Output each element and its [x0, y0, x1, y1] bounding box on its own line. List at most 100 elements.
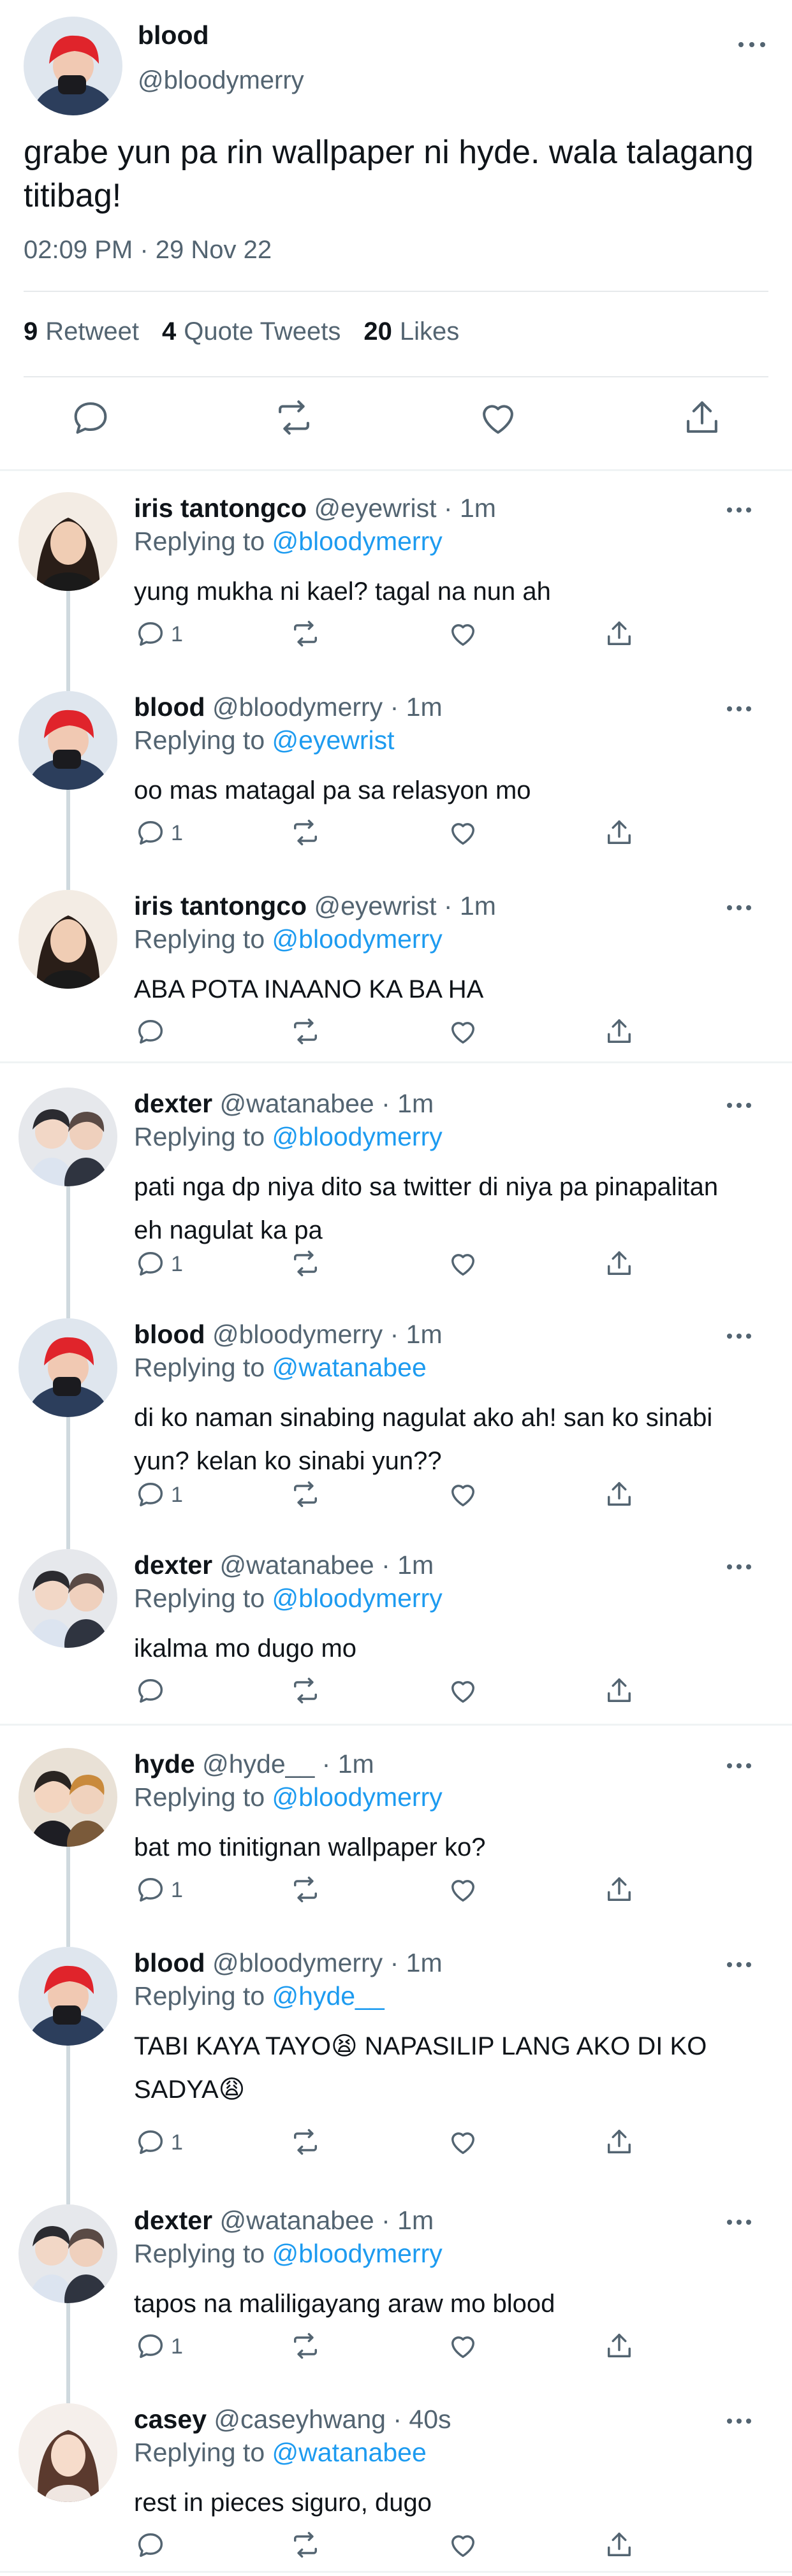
reply-author-handle[interactable]: @hyde__: [202, 1749, 314, 1779]
avatar[interactable]: [18, 691, 117, 790]
retweet-icon[interactable]: [289, 1873, 322, 1906]
share-icon[interactable]: [603, 2125, 636, 2158]
avatar[interactable]: [18, 2403, 117, 2502]
retweet-icon[interactable]: [289, 2125, 322, 2158]
replying-to-mention[interactable]: @bloodymerry: [272, 2239, 443, 2268]
like-icon[interactable]: [446, 2329, 480, 2362]
retweet-icon[interactable]: [289, 816, 322, 849]
reply-time[interactable]: 1m: [397, 1550, 434, 1580]
reply-author-name[interactable]: hyde: [134, 1749, 195, 1779]
reply-time[interactable]: 1m: [460, 493, 496, 523]
author-handle[interactable]: @bloodymerry: [138, 66, 304, 95]
replying-to-mention[interactable]: @bloodymerry: [272, 924, 443, 954]
share-icon[interactable]: [680, 395, 724, 440]
like-icon[interactable]: [446, 2125, 480, 2158]
retweet-icon[interactable]: [289, 2329, 322, 2362]
reply-author-handle[interactable]: @watanabee: [219, 1550, 374, 1580]
avatar[interactable]: [18, 492, 117, 591]
replying-to-mention[interactable]: @bloodymerry: [272, 527, 443, 556]
like-icon[interactable]: [446, 1247, 480, 1280]
likes-stat[interactable]: 20 Likes: [363, 317, 459, 346]
replying-to-mention[interactable]: @hyde__: [272, 1981, 385, 2011]
reply-time[interactable]: 1m: [406, 692, 443, 722]
reply-time[interactable]: 1m: [338, 1749, 374, 1779]
reply-author-handle[interactable]: @watanabee: [219, 1089, 374, 1118]
reply-tweet[interactable]: iris tantongco @eyewrist · 1m Replying t…: [0, 877, 792, 1062]
share-icon[interactable]: [603, 1015, 636, 1048]
retweet-stat[interactable]: 9 Retweet: [24, 317, 139, 346]
reply-author-name[interactable]: blood: [134, 1320, 205, 1349]
replying-to-mention[interactable]: @watanabee: [272, 1353, 427, 1382]
reply-author-handle[interactable]: @eyewrist: [314, 891, 436, 921]
reply-time[interactable]: 1m: [397, 1089, 434, 1118]
replying-to-mention[interactable]: @bloodymerry: [272, 1122, 443, 1151]
reply-tweet[interactable]: casey @caseyhwang · 40s Replying to @wat…: [0, 2390, 792, 2575]
replying-to-mention[interactable]: @bloodymerry: [272, 1583, 443, 1613]
reply-icon[interactable]: [134, 1015, 167, 1048]
reply-icon[interactable]: [134, 1873, 167, 1906]
retweet-icon[interactable]: [289, 1674, 322, 1707]
reply-icon[interactable]: [134, 1674, 167, 1707]
quote-tweets-stat[interactable]: 4 Quote Tweets: [162, 317, 341, 346]
like-icon[interactable]: [446, 1478, 480, 1511]
reply-author-handle[interactable]: @eyewrist: [314, 493, 436, 523]
reply-tweet[interactable]: blood @bloodymerry · 1m Replying to @wat…: [0, 1306, 792, 1536]
retweet-icon[interactable]: [289, 1478, 322, 1511]
more-icon[interactable]: [723, 1754, 755, 1777]
like-icon[interactable]: [446, 1015, 480, 1048]
avatar[interactable]: [18, 1947, 117, 2046]
reply-author-handle[interactable]: @bloodymerry: [212, 692, 383, 722]
reply-author-handle[interactable]: @watanabee: [219, 2206, 374, 2235]
reply-tweet[interactable]: blood @bloodymerry · 1m Replying to @hyd…: [0, 1934, 792, 2192]
reply-author-handle[interactable]: @bloodymerry: [212, 1320, 383, 1349]
reply-icon[interactable]: [134, 2329, 167, 2362]
reply-tweet[interactable]: dexter @watanabee · 1m Replying to @bloo…: [0, 1075, 792, 1306]
tweet-timestamp[interactable]: 02:09 PM · 29 Nov 22: [24, 236, 272, 265]
share-icon[interactable]: [603, 1674, 636, 1707]
reply-author-name[interactable]: blood: [134, 692, 205, 722]
reply-author-name[interactable]: iris tantongco: [134, 891, 307, 921]
reply-author-name[interactable]: blood: [134, 1948, 205, 1977]
share-icon[interactable]: [603, 2329, 636, 2362]
more-icon[interactable]: [723, 896, 755, 919]
reply-icon[interactable]: [68, 395, 113, 440]
reply-icon[interactable]: [134, 1478, 167, 1511]
retweet-icon[interactable]: [272, 395, 316, 440]
reply-time[interactable]: 1m: [397, 2206, 434, 2235]
retweet-icon[interactable]: [289, 617, 322, 650]
reply-time[interactable]: 1m: [406, 1948, 443, 1977]
more-icon[interactable]: [723, 1555, 755, 1578]
reply-tweet[interactable]: iris tantongco @eyewrist · 1m Replying t…: [0, 479, 792, 678]
like-icon[interactable]: [476, 395, 520, 440]
retweet-icon[interactable]: [289, 1015, 322, 1048]
author-name[interactable]: blood: [138, 20, 209, 50]
avatar[interactable]: [18, 1748, 117, 1847]
avatar[interactable]: [18, 1318, 117, 1417]
share-icon[interactable]: [603, 2528, 636, 2561]
avatar[interactable]: [24, 17, 122, 115]
like-icon[interactable]: [446, 816, 480, 849]
reply-tweet[interactable]: dexter @watanabee · 1m Replying to @bloo…: [0, 2192, 792, 2390]
like-icon[interactable]: [446, 2528, 480, 2561]
like-icon[interactable]: [446, 617, 480, 650]
replying-to-mention[interactable]: @watanabee: [272, 2438, 427, 2467]
share-icon[interactable]: [603, 816, 636, 849]
more-icon[interactable]: [723, 1953, 755, 1976]
more-icon[interactable]: [723, 2211, 755, 2234]
reply-tweet[interactable]: dexter @watanabee · 1m Replying to @bloo…: [0, 1536, 792, 1724]
reply-tweet[interactable]: hyde @hyde__ · 1m Replying to @bloodymer…: [0, 1735, 792, 1934]
more-icon[interactable]: [736, 32, 768, 57]
like-icon[interactable]: [446, 1674, 480, 1707]
avatar[interactable]: [18, 2204, 117, 2303]
more-icon[interactable]: [723, 697, 755, 720]
more-icon[interactable]: [723, 498, 755, 521]
more-icon[interactable]: [723, 2410, 755, 2433]
reply-author-name[interactable]: dexter: [134, 2206, 212, 2235]
avatar[interactable]: [18, 1088, 117, 1186]
reply-icon[interactable]: [134, 1247, 167, 1280]
reply-tweet[interactable]: blood @bloodymerry · 1m Replying to @eye…: [0, 678, 792, 877]
reply-author-handle[interactable]: @bloodymerry: [212, 1948, 383, 1977]
reply-time[interactable]: 40s: [409, 2405, 451, 2434]
reply-author-name[interactable]: dexter: [134, 1550, 212, 1580]
like-icon[interactable]: [446, 1873, 480, 1906]
